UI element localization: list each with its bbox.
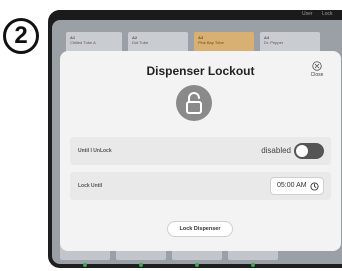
until-unlock-row: Until I UnLock disabled [70,137,331,165]
tile-label: Dot Tube [132,40,149,46]
unlocked-padlock-icon [186,92,202,114]
dialog-title: Dispenser Lockout [146,64,255,78]
lock-until-label: Lock Until [78,183,103,189]
lock-until-time-picker[interactable]: 05:00 AM [270,177,324,195]
lock-status-indicator [176,85,212,121]
step-number-badge: 2 [3,18,39,54]
status-dot [139,263,143,267]
status-dot [251,263,255,267]
status-dot [83,263,87,267]
lock-until-time-value: 05:00 AM [277,182,307,189]
top-bar: User Lock [48,10,342,20]
toggle-knob [296,145,308,157]
tile-label: Dr. Pepper [264,40,284,46]
lock-until-row: Lock Until 05:00 AM [70,172,331,200]
until-unlock-label: Until I UnLock [78,148,112,154]
close-button[interactable]: Close [305,61,329,78]
topbar-lock-link[interactable]: Lock [322,11,333,17]
tile-label: Chilled Tube A [70,40,96,46]
status-dot [195,263,199,267]
tile-label: Pink Bay Tube [198,40,224,46]
clock-icon [310,182,319,191]
lock-dispenser-button[interactable]: Lock Dispenser [167,221,233,237]
close-icon [312,61,322,71]
until-unlock-toggle[interactable] [294,143,324,159]
stage: 2 User Lock A1 Chilled Tube A A2 Dot Tub… [0,0,342,271]
dispenser-lockout-dialog: Dispenser Lockout Close Until I UnLock d… [60,51,341,251]
close-label: Close [310,72,324,78]
toggle-state-text: disabled [261,146,291,155]
topbar-user-link[interactable]: User [302,11,313,17]
